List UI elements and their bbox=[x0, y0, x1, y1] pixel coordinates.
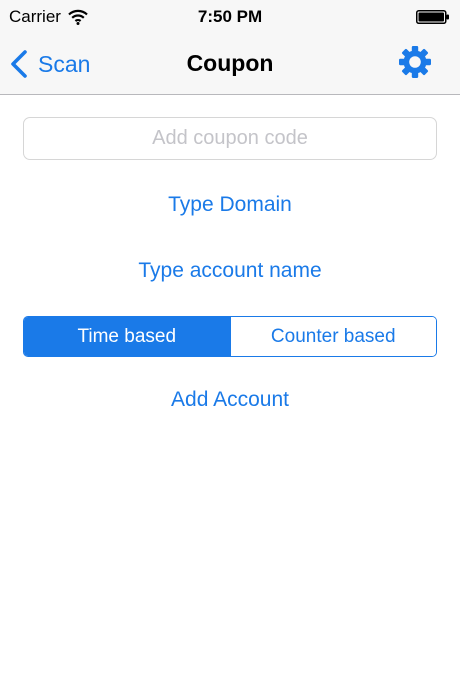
segment-counter-based[interactable]: Counter based bbox=[229, 317, 436, 356]
coupon-code-input[interactable] bbox=[23, 117, 437, 160]
navigation-bar: Scan Coupon bbox=[0, 36, 460, 95]
back-button[interactable]: Scan bbox=[8, 46, 90, 82]
back-button-label: Scan bbox=[38, 51, 91, 77]
add-account-button[interactable]: Add Account bbox=[0, 388, 460, 412]
otp-type-segmented-control: Time based Counter based bbox=[23, 316, 437, 357]
status-time: 7:50 PM bbox=[197, 7, 263, 26]
type-account-name-button[interactable]: Type account name bbox=[0, 259, 460, 283]
segment-time-based[interactable]: Time based bbox=[24, 317, 230, 356]
gear-icon[interactable] bbox=[398, 45, 432, 79]
status-bar: Carrier 7:50 PM bbox=[0, 0, 460, 36]
battery-icon bbox=[416, 10, 449, 24]
chevron-left-icon bbox=[11, 50, 27, 78]
type-domain-button[interactable]: Type Domain bbox=[0, 193, 460, 217]
